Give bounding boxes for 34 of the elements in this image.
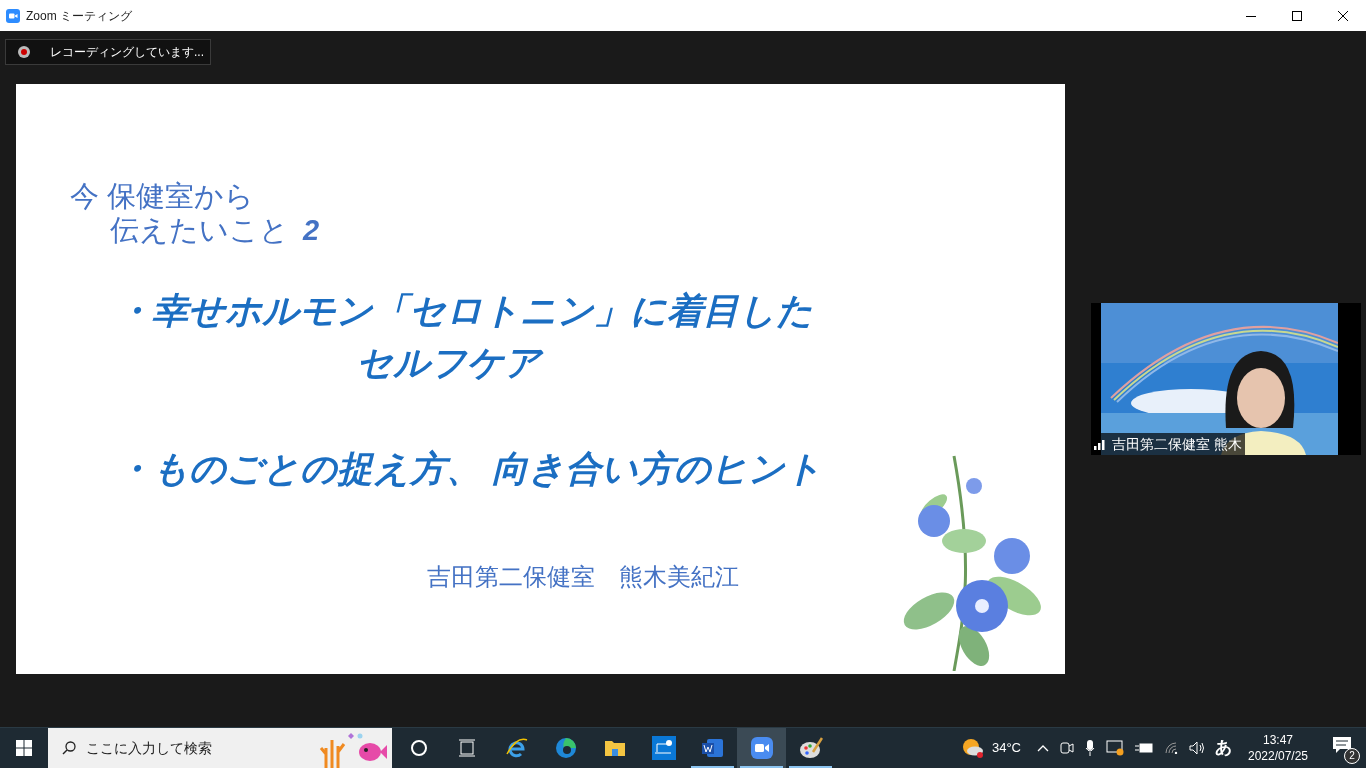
clock[interactable]: 13:47 2022/07/25 <box>1242 732 1314 764</box>
weather-temperature[interactable]: 34°C <box>991 738 1021 758</box>
participant-name: 吉田第二保健室 熊木 <box>1112 434 1242 454</box>
video-camera-icon <box>749 736 774 760</box>
slide-heading: 伝えたいこと <box>110 213 289 247</box>
coral-fish-drawing <box>318 730 388 768</box>
window-title: Zoom ミーティング <box>26 7 132 25</box>
slide-heading-number: 2 <box>303 213 320 247</box>
record-icon <box>18 46 30 58</box>
signal-icon <box>1094 438 1108 450</box>
maximize-icon <box>1292 10 1302 21</box>
search-icon <box>62 741 76 755</box>
slide-author: 吉田第二保健室 熊木美紀江 <box>427 562 739 592</box>
slide-bullet-text: ・ものごとの捉え方、 向き合い方のヒント <box>116 447 822 491</box>
weather-icon <box>960 737 985 759</box>
browser-e-icon <box>504 736 529 760</box>
speaker-icon[interactable] <box>1189 741 1205 755</box>
slide-heading: 今 保健室から <box>70 179 256 213</box>
zoom-logo-icon <box>6 8 20 23</box>
windows-logo-icon <box>16 740 32 756</box>
wifi-icon[interactable] <box>1164 742 1178 754</box>
taskbar-app-button[interactable] <box>737 728 786 768</box>
battery-icon[interactable] <box>1135 742 1153 754</box>
chevron-up-icon[interactable] <box>1037 744 1049 752</box>
microphone-icon[interactable] <box>1085 740 1095 756</box>
search-field[interactable]: ここに入力して検索 <box>48 728 392 768</box>
palette-icon <box>798 736 823 760</box>
recording-label: レコーディングしています... <box>50 44 204 61</box>
slide-bullet-text: ・幸せホルモン「セロトニン」に着目した <box>116 289 813 333</box>
close-icon <box>1338 10 1348 21</box>
word-icon <box>700 736 725 760</box>
monitor-icon[interactable] <box>1106 740 1124 756</box>
ime-indicator[interactable]: あ <box>1215 735 1232 761</box>
camera-icon[interactable] <box>1060 741 1074 755</box>
